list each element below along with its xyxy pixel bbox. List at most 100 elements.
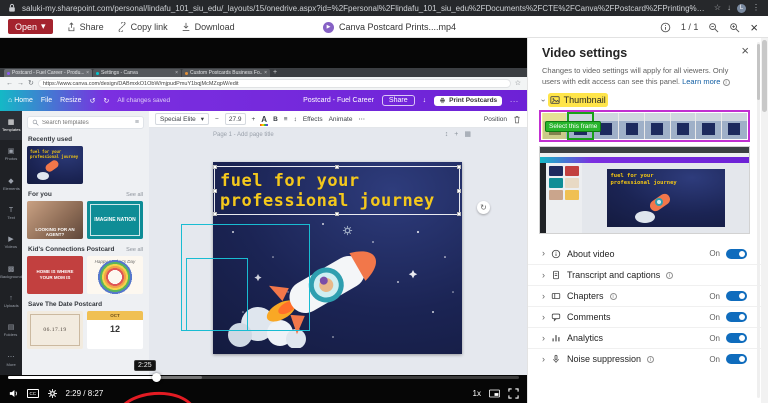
chevron-right-icon: › (542, 292, 545, 301)
tab-close-icon: × (175, 70, 178, 76)
panel-scrollbar[interactable] (757, 42, 760, 398)
chapters-toggle[interactable] (726, 291, 747, 301)
thumbnail-frame[interactable] (722, 113, 747, 139)
thumbnail-frame[interactable] (671, 113, 696, 139)
videos-icon: ▶ (8, 236, 13, 243)
page-title-label: Page 1 - Add page title (213, 132, 274, 138)
section-title: Recently used (28, 136, 72, 143)
captions-icon[interactable]: CC (27, 389, 39, 398)
download-button[interactable]: Download (181, 22, 235, 32)
text-color-icon: A (261, 115, 267, 124)
setting-row-noise-suppression[interactable]: › Noise suppression i On (528, 348, 761, 369)
lock-icon (8, 3, 16, 13)
screenshot-root: saluki-my.sharepoint.com/personal/lindaf… (0, 0, 768, 403)
search-input (42, 120, 132, 126)
info-icon: i (723, 79, 730, 86)
transcript-icon (551, 270, 561, 280)
thumbnail-frame[interactable] (696, 113, 721, 139)
thumbnail-section-header[interactable]: › Thumbnail (542, 95, 747, 105)
copy-link-button[interactable]: Copy link (117, 22, 168, 32)
template-thumb: Happy Mother's Day (87, 256, 143, 294)
sidebar-item-templates: ▦Templates (0, 111, 22, 140)
download-icon[interactable]: ↓ (727, 4, 731, 12)
canva-sidebar: ▦Templates ▣Photos ◆Elements TText ▶Vide… (0, 111, 22, 375)
font-size-increase: + (252, 116, 256, 123)
saved-status: All changes saved (117, 97, 170, 104)
timeline-scrubber[interactable] (152, 373, 161, 382)
player-timeline[interactable] (8, 376, 519, 379)
mini-canvas: fuel for yourprofessional journey (582, 163, 749, 233)
player-controls: CC 2:29 / 8:27 1x (8, 384, 519, 402)
setting-row-comments[interactable]: › Comments On (528, 306, 761, 327)
close-viewer-icon[interactable]: × (750, 21, 758, 34)
setting-row-transcript[interactable]: › Transcript and captions i (528, 264, 761, 285)
bookmark-star-icon: ☆ (515, 80, 521, 87)
mini-postcard: fuel for yourprofessional journey (607, 169, 725, 227)
template-thumb-recent: fuel for yourprofessional journey (27, 146, 83, 184)
noise-suppression-toggle[interactable] (726, 354, 747, 364)
thumbnail-frame[interactable] (645, 113, 670, 139)
analytics-toggle[interactable] (726, 333, 747, 343)
forward-icon: → (17, 80, 24, 87)
learn-more-link[interactable]: Learn more (682, 77, 720, 86)
see-all-link: See all (126, 192, 143, 198)
comments-toggle[interactable] (726, 312, 747, 322)
profile-avatar[interactable]: L (737, 4, 746, 13)
share-button[interactable]: Share (66, 22, 104, 32)
canva-share-button: Share (382, 95, 415, 106)
close-panel-icon[interactable]: × (741, 44, 749, 57)
add-page-icon: + (454, 131, 458, 138)
canva-home-menu: ⌂ Home (8, 97, 33, 104)
open-file-tab[interactable]: ▶ Canva Postcard Prints....mp4 (323, 16, 456, 38)
more-icon: ⋯ (8, 354, 15, 361)
effects-button: Effects (303, 116, 323, 123)
main-content: Postcard - Fuel Career - Produ...× Setti… (0, 38, 768, 403)
info-icon: i (610, 293, 617, 300)
video-player-region[interactable]: Postcard - Fuel Career - Produ...× Setti… (0, 38, 527, 403)
playback-speed-button[interactable]: 1x (473, 389, 481, 398)
section-title: For you (28, 191, 52, 198)
info-icon[interactable] (660, 22, 671, 33)
thumbnail-label: Thumbnail (564, 95, 606, 105)
undo-icon: ↺ (90, 97, 96, 105)
thumbnail-filmstrip[interactable]: Select this frame (542, 113, 747, 139)
see-all-link: See all (126, 247, 143, 253)
tab-favicon (185, 72, 188, 75)
open-button[interactable]: Open ▾ (8, 19, 53, 34)
zoom-out-icon[interactable] (708, 22, 719, 33)
pip-icon[interactable] (489, 388, 500, 399)
annotation-purple-box: Select this frame (539, 110, 750, 142)
canva-resize-menu: Resize (60, 97, 81, 104)
trash-icon (513, 115, 521, 124)
star-icon[interactable]: ☆ (714, 4, 721, 12)
recorded-tab: Custom Postcards Business Fo...× (182, 69, 270, 77)
browser-menu-icon[interactable]: ⋮ (752, 4, 760, 12)
thumbnail-preview[interactable]: fuel for yourprofessional journey (539, 146, 750, 234)
animate-button: Animate (329, 116, 353, 123)
chevron-down-icon: ▾ (201, 115, 204, 123)
download-icon (181, 22, 191, 32)
fullscreen-icon[interactable] (508, 388, 519, 399)
setting-row-about-video[interactable]: › About video On (528, 243, 761, 264)
video-file-icon: ▶ (323, 22, 334, 33)
address-bar[interactable]: saluki-my.sharepoint.com/personal/lindaf… (22, 4, 708, 13)
video-content-frame[interactable]: Postcard - Fuel Career - Produ...× Setti… (0, 68, 527, 375)
file-name: Canva Postcard Prints....mp4 (339, 22, 456, 32)
page-scrollbar[interactable] (761, 38, 768, 403)
panel-description: Changes to video settings will apply for… (542, 66, 747, 87)
rotate-handle-icon: ↻ (477, 201, 490, 214)
zoom-in-icon[interactable] (729, 22, 740, 33)
sidebar-item-folders: ▤Folders (0, 316, 22, 345)
setting-row-analytics[interactable]: › Analytics On (528, 327, 761, 348)
image-icon (550, 95, 560, 105)
volume-icon[interactable] (8, 388, 19, 399)
player-settings-icon[interactable] (47, 388, 58, 399)
copy-link-label: Copy link (131, 22, 168, 32)
move-page-icon: ↕ (445, 131, 449, 138)
setting-row-chapters[interactable]: › Chapters i On (528, 285, 761, 306)
chevron-right-icon: › (542, 249, 545, 258)
about-video-toggle[interactable] (726, 249, 747, 259)
templates-panel: ≡ Recently used fuel for yourprofessiona… (22, 111, 149, 375)
analytics-icon (551, 333, 561, 343)
thumbnail-frame[interactable] (619, 113, 644, 139)
